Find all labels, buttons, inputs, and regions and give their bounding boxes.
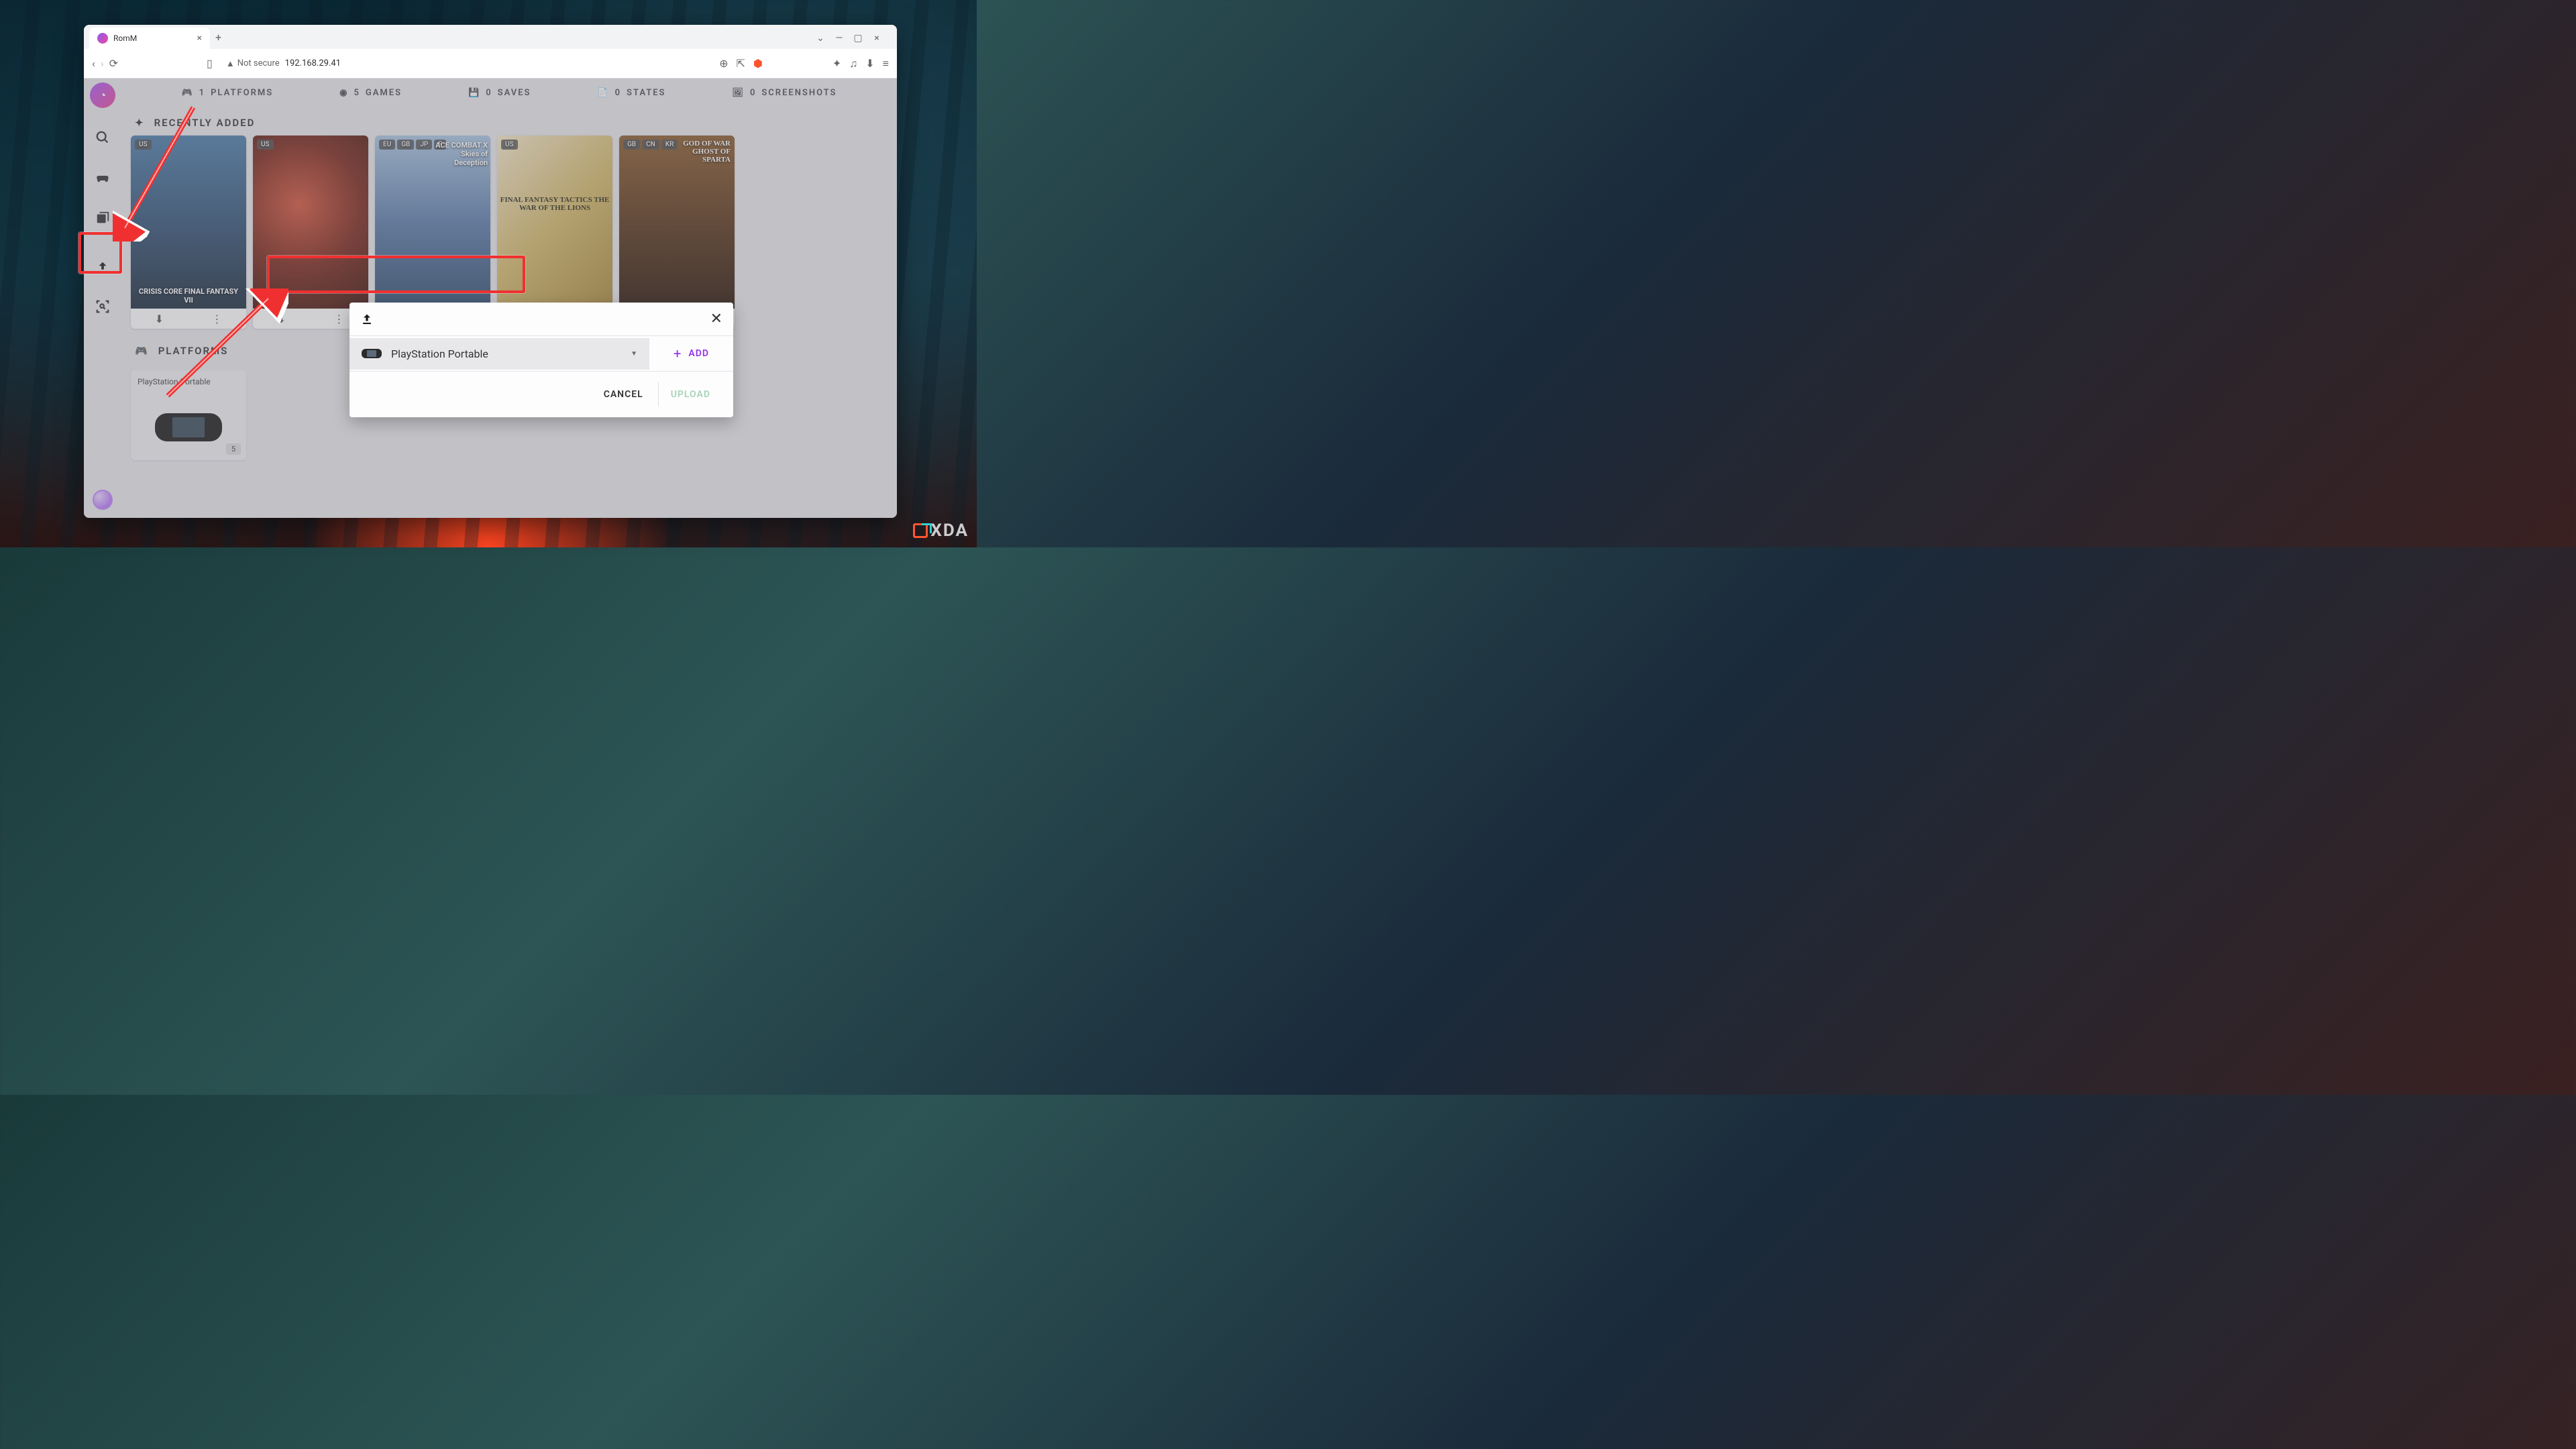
game-card[interactable]: US FINAL FANTASY TACTICS THE WAR OF THE … [497,136,612,329]
sparkle-icon: ✦ [135,117,145,129]
upload-button: UPLOAD [658,382,722,407]
selected-platform: PlayStation Portable [391,347,488,360]
stat-screenshots[interactable]: 🖼 0 SCREENSHOTS [732,88,837,98]
region-tag: US [135,140,152,150]
tab-title: RomM [113,34,137,43]
region-tag: CN [642,140,659,150]
warning-icon: ▲ [226,58,235,69]
download-icon[interactable]: ⬇ [155,313,164,325]
window-controls: ⌄ — ▢ × [806,28,892,49]
game-card[interactable]: US ⬇ ⋮ [253,136,368,329]
stat-platforms[interactable]: 🎮 1 PLATFORMS [181,88,273,98]
controller-icon: 🎮 [135,345,149,357]
menu-icon[interactable]: ≡ [883,57,889,70]
game-cover: US FINAL FANTASY TACTICS THE WAR OF THE … [497,136,612,309]
controller-icon[interactable] [89,164,116,191]
extensions-icon[interactable]: ✦ [833,57,841,70]
region-tag: US [501,140,518,150]
library-icon[interactable] [89,205,116,231]
controller-icon: 🎮 [181,88,193,98]
upload-modal: ✕ PlayStation Portable ▼ + ADD CANCEL UP… [350,303,733,417]
media-icon[interactable]: ♫ [849,57,857,70]
url-field[interactable]: ▲ Not secure 192.168.29.41 [221,58,711,69]
file-icon: 📄 [597,88,609,98]
share-icon[interactable]: ⇱ [736,57,745,70]
upload-button[interactable] [89,254,116,281]
image-icon: 🖼 [732,88,745,98]
platform-select[interactable]: PlayStation Portable ▼ [350,338,649,370]
browser-tab[interactable]: RomM × [89,28,210,49]
browser-window: RomM × + ⌄ — ▢ × ‹ › ⟳ ▯ ▲ Not secure 19… [84,25,897,518]
more-icon[interactable]: ⋮ [211,313,222,325]
new-tab-button[interactable]: + [210,25,227,49]
psp-icon [362,349,382,358]
plus-icon: + [674,345,682,362]
shield-icon[interactable]: ⬢ [753,57,763,70]
region-tag: GB [623,140,640,150]
game-cover: US CRISIS CORE FINAL FANTASY VII [131,136,246,309]
favicon-icon [97,33,108,44]
disc-icon: ◉ [339,88,348,98]
recently-added-header: ✦ RECENTLY ADDED [121,107,897,136]
platform-card[interactable]: PlayStation Portable 5 [131,370,246,460]
game-cover: US [253,136,368,309]
game-cover: EU GB JP F ACE COMBAT X Skies of Decepti… [375,136,490,309]
psp-icon [155,413,222,441]
add-button[interactable]: + ADD [649,336,733,371]
download-icon[interactable]: ⬇ [277,313,286,325]
tab-bar: RomM × + ⌄ — ▢ × [84,25,897,49]
chevron-down-icon: ▼ [631,350,637,358]
scan-icon[interactable] [89,293,116,320]
region-tag: EU [379,140,395,150]
cancel-button[interactable]: CANCEL [592,382,655,407]
platform-name: PlayStation Portable [138,377,239,386]
avatar[interactable] [93,490,113,510]
bookmark-icon[interactable]: ▯ [207,57,213,70]
close-tab-icon[interactable]: × [197,33,202,44]
app-content: ◔ 🎮 1 PLATFOR [84,78,897,518]
url-text: 192.168.29.41 [285,58,341,68]
platform-count: 5 [226,443,241,455]
security-indicator: ▲ Not secure [226,58,280,69]
region-tag: GB [397,140,414,150]
zoom-icon[interactable]: ⊕ [719,57,728,70]
save-icon: 💾 [468,88,480,98]
reload-icon[interactable]: ⟳ [109,57,118,70]
app-logo[interactable]: ◔ [90,83,115,108]
stat-saves[interactable]: 💾 0 SAVES [468,88,531,98]
xda-icon [913,523,928,538]
main-area: 🎮 1 PLATFORMS ◉ 5 GAMES 💾 0 SAVES 📄 0 [121,78,897,518]
region-tag: US [257,140,274,150]
dropdown-icon[interactable]: ⌄ [814,33,827,44]
more-icon[interactable]: ⋮ [333,313,344,325]
close-window-icon[interactable]: × [870,33,883,44]
search-icon[interactable] [89,124,116,151]
stat-states[interactable]: 📄 0 STATES [597,88,665,98]
game-card[interactable]: GB CN KR GOD OF WAR GHOST OF SPARTA ⬇ ⋮ [619,136,735,329]
game-card[interactable]: US CRISIS CORE FINAL FANTASY VII ⬇ ⋮ [131,136,246,329]
upload-icon [360,313,374,326]
not-secure-label: Not secure [237,58,280,68]
close-icon[interactable]: ✕ [710,311,722,327]
address-bar: ‹ › ⟳ ▯ ▲ Not secure 192.168.29.41 ⊕ ⇱ ⬢… [84,49,897,78]
back-icon[interactable]: ‹ [92,57,95,70]
stats-row: 🎮 1 PLATFORMS ◉ 5 GAMES 💾 0 SAVES 📄 0 [121,78,897,107]
region-tag: KR [661,140,678,150]
game-card[interactable]: EU GB JP F ACE COMBAT X Skies of Decepti… [375,136,490,329]
left-rail: ◔ [84,78,121,518]
download-icon[interactable]: ⬇ [865,57,874,70]
minimize-icon[interactable]: — [833,33,846,44]
maximize-icon[interactable]: ▢ [851,33,865,44]
watermark: XDA [913,521,969,541]
stat-games[interactable]: ◉ 5 GAMES [339,88,402,98]
game-cover: GB CN KR GOD OF WAR GHOST OF SPARTA [619,136,735,309]
forward-icon[interactable]: › [101,57,104,70]
